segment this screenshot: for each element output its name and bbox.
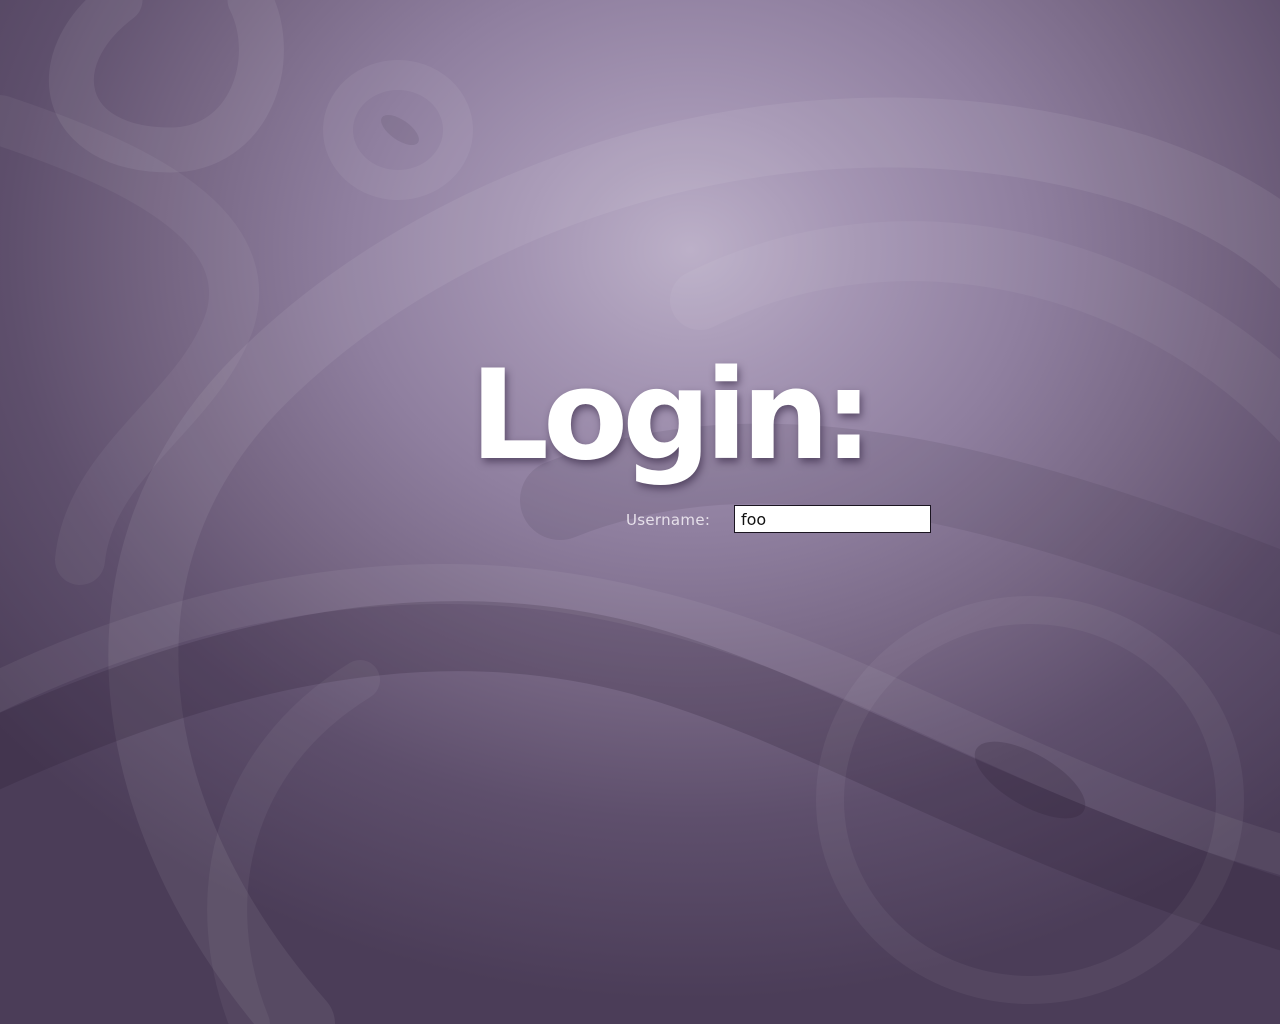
- login-title: Login:: [470, 344, 873, 488]
- username-input[interactable]: [734, 505, 931, 533]
- bg-blob-top: [381, 114, 419, 146]
- username-label: Username:: [626, 511, 711, 529]
- bg-swirl-top-left: [48, 0, 284, 173]
